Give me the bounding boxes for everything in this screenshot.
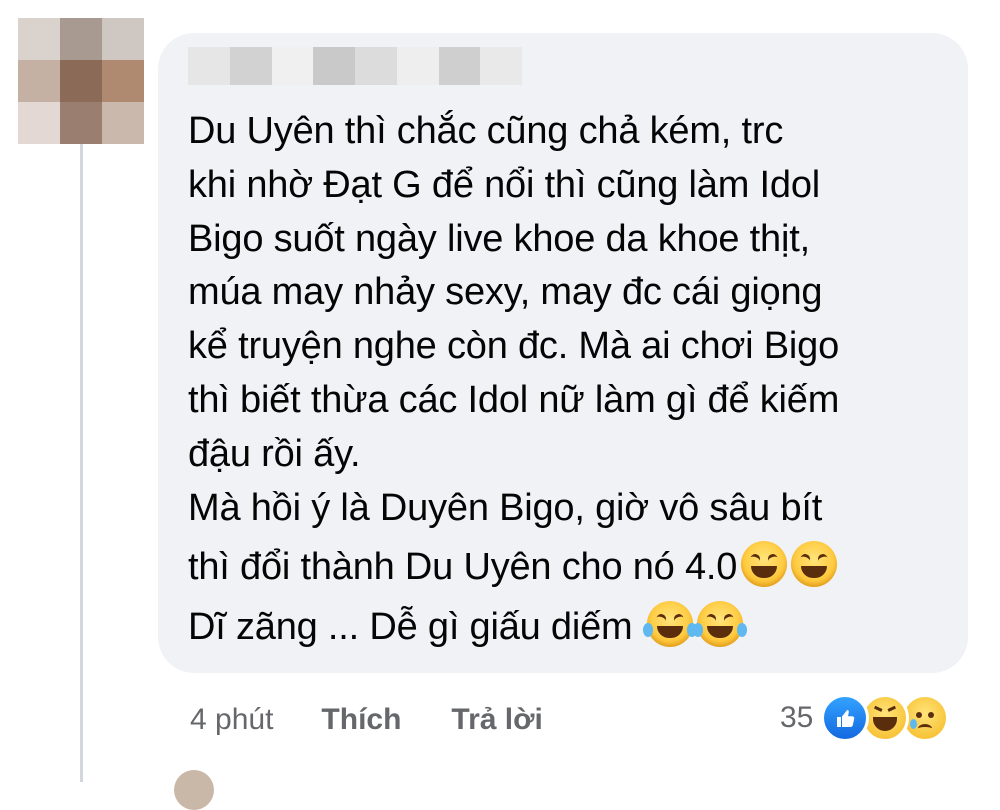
thread-line bbox=[80, 144, 83, 782]
reaction-summary[interactable]: 35 bbox=[780, 694, 950, 742]
name-blur-block bbox=[188, 47, 230, 85]
grinning-squinting-face-icon bbox=[791, 541, 838, 588]
name-blur-block bbox=[229, 47, 272, 85]
comment-text: Du Uyên thì chắc cũng chả kém, trc khi n… bbox=[188, 105, 958, 655]
comment-line: Du Uyên thì chắc cũng chả kém, trc bbox=[188, 110, 784, 152]
avatar-pixel bbox=[60, 102, 102, 144]
name-blur-block bbox=[271, 47, 314, 85]
comment-line-text: Dĩ zãng ... Dễ gì giấu diếm bbox=[188, 606, 633, 649]
avatar-pixel bbox=[18, 60, 60, 102]
comment-line: đậu rồi ấy. bbox=[188, 432, 361, 475]
comment-line: múa may nhảy sexy, may đc cái giọng bbox=[188, 271, 823, 314]
comment-line: Mà hồi ý là Duyên Bigo, giờ vô sâu bít bbox=[188, 486, 823, 529]
avatar-pixel bbox=[102, 102, 144, 144]
tears-of-joy-icon bbox=[692, 601, 747, 648]
comment-line: khi nhờ Đạt G để nổi thì cũng làm Idol bbox=[188, 163, 820, 206]
comment-line: Bigo suốt ngày live khoe da khoe thịt, bbox=[188, 217, 810, 260]
avatar-pixel bbox=[18, 102, 60, 144]
tears-of-joy-icon bbox=[642, 601, 697, 648]
name-blur-block bbox=[396, 47, 439, 85]
comment-actions: 4 phút Thích Trả lời bbox=[190, 700, 593, 740]
reply-button[interactable]: Trả lời bbox=[451, 703, 542, 737]
like-button[interactable]: Thích bbox=[321, 703, 401, 737]
avatar-pixel bbox=[102, 60, 144, 102]
grinning-squinting-face-icon bbox=[741, 541, 788, 588]
name-blur-block bbox=[438, 47, 481, 85]
avatar-pixel bbox=[18, 18, 60, 60]
name-blur-block bbox=[313, 47, 355, 85]
comment-line: Dĩ zãng ... Dễ gì giấu diếm bbox=[188, 601, 958, 655]
next-comment-avatar[interactable] bbox=[174, 770, 214, 810]
reaction-count: 35 bbox=[780, 701, 814, 734]
comment-bubble: Du Uyên thì chắc cũng chả kém, trc khi n… bbox=[158, 33, 968, 673]
name-blur-block bbox=[480, 47, 522, 85]
author-name-blurred[interactable] bbox=[188, 47, 522, 85]
comment-line: kể truyện nghe còn đc. Mà ai chơi Bigo bbox=[188, 325, 840, 368]
name-blur-block bbox=[355, 47, 397, 85]
avatar-pixel bbox=[102, 18, 144, 60]
comment-line-text: thì đổi thành Du Uyên cho nó 4.0 bbox=[188, 546, 738, 589]
avatar-pixel bbox=[60, 18, 102, 60]
comment-line: thì biết thừa các Idol nữ làm gì để kiếm bbox=[188, 378, 840, 421]
avatar-pixel bbox=[60, 60, 102, 102]
commenter-avatar[interactable] bbox=[18, 18, 144, 144]
like-reaction-icon bbox=[821, 694, 870, 742]
comment-line: thì đổi thành Du Uyên cho nó 4.0 bbox=[188, 541, 958, 595]
comment-timestamp[interactable]: 4 phút bbox=[190, 703, 273, 737]
